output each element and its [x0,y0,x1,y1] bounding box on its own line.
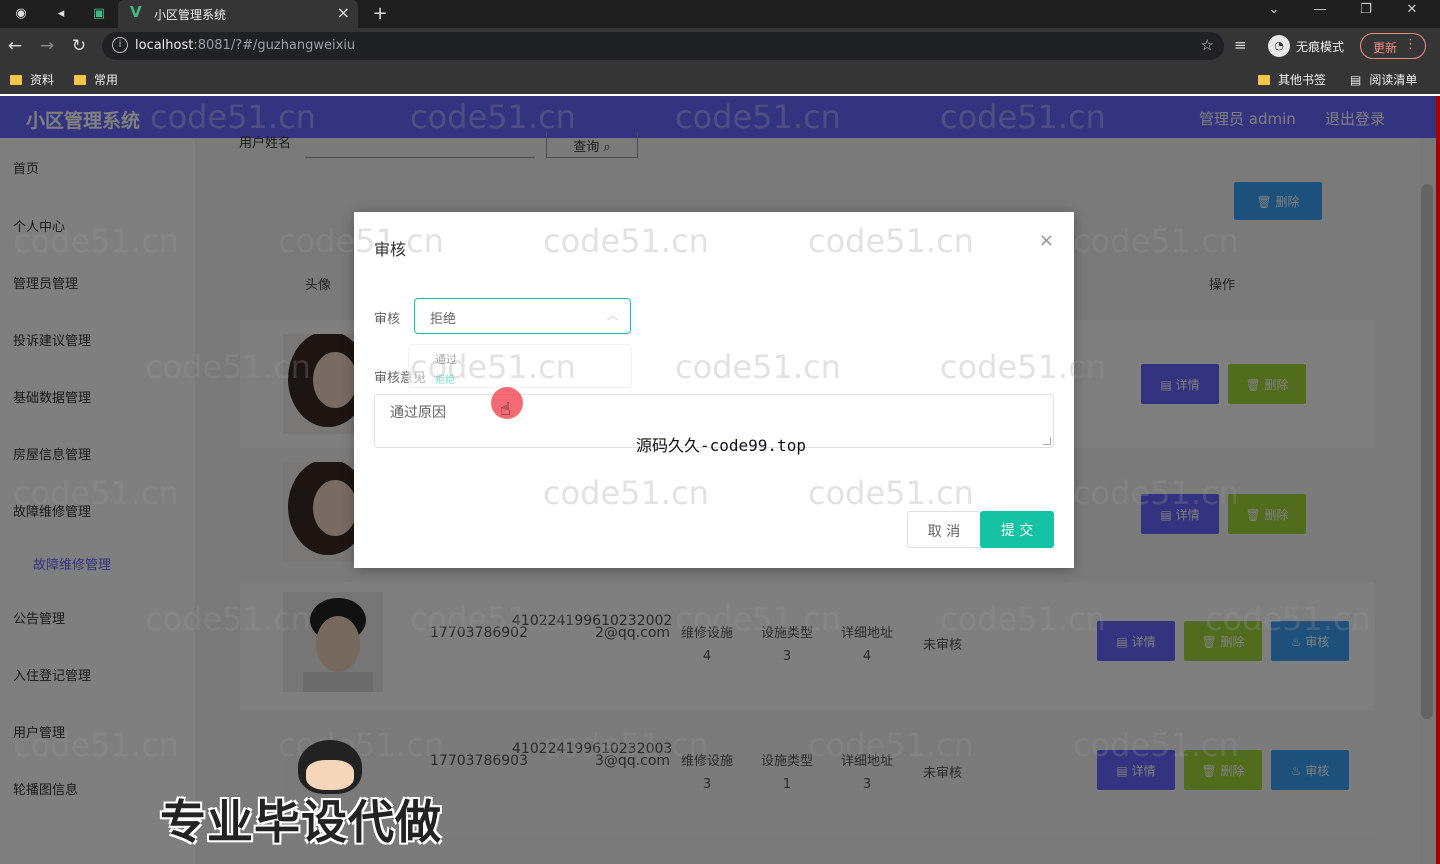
update-label: 更新 [1373,41,1398,55]
audit-select[interactable]: 拒绝 ︿ [414,298,631,334]
reading-list-icon[interactable]: ≡ [1234,36,1247,54]
submit-button[interactable]: 提 交 [980,511,1054,548]
watermark: code51.cn [410,98,576,136]
incognito-label: 无痕模式 [1296,40,1345,54]
other-bookmarks[interactable]: 其他书签 [1258,71,1326,88]
reading-list[interactable]: ▤ 阅读清单 [1350,71,1417,88]
watermark: code51.cn [543,726,709,764]
url-host: localhost [135,38,194,53]
vue-logo-icon: V [130,3,142,21]
bookmark-folder-changyong[interactable]: 常用 [74,71,118,88]
new-tab-icon[interactable]: + [369,4,391,24]
watermark: code51.cn [13,726,179,764]
watermark: code51.cn [13,474,179,512]
watermark: code51.cn [410,348,576,386]
browser-tab-bar: ◉ ◂ ▣ V 小区管理系统 × + ⌄ — ❐ ✕ [0,0,1440,28]
bookmark-label: 常用 [94,73,119,87]
globe-icon[interactable]: ◉ [10,4,32,24]
url-path: :8081/?#/guzhangweixiu [193,38,356,53]
update-button[interactable]: 更新 ⋮ [1360,33,1426,59]
audit-dialog: 审核 × 审核 拒绝 ︿ 审核意见 通过 拒绝 通过原因 取 消 提 交 [354,212,1074,568]
watermark: code51.cn [1073,222,1239,260]
window-close-icon[interactable]: ✕ [1392,0,1432,22]
watermark: code51.cn [543,222,709,260]
watermark: code51.cn [940,600,1106,638]
incognito-indicator[interactable]: ◔ 无痕模式 [1266,33,1354,59]
tab-close-icon[interactable]: × [337,3,350,22]
site-info-icon[interactable]: i [112,37,128,53]
browser-tab-active[interactable]: V 小区管理系统 × [118,0,358,28]
restore-icon[interactable]: ❐ [1346,0,1386,22]
url-text: localhost:8081/?#/guzhangweixiu [135,38,355,53]
forward-icon[interactable]: → [36,35,58,57]
watermark: code51.cn [1073,474,1239,512]
watermark: code51.cn [675,98,841,136]
close-icon[interactable]: × [1039,230,1054,251]
folder-icon [1258,75,1270,85]
reload-icon[interactable]: ↻ [68,35,90,57]
bookmarks-bar: 资料 常用 其他书签 ▤ 阅读清单 [0,64,1440,94]
url-field[interactable]: i localhost:8081/?#/guzhangweixiu ☆ [102,32,1224,60]
bookmark-label: 其他书签 [1278,73,1327,87]
watermark: code51.cn [278,222,444,260]
watermark: code51.cn [808,222,974,260]
watermark: code51.cn [543,474,709,512]
watermark: code51.cn [675,348,841,386]
watermark: code51.cn [13,222,179,260]
chevron-up-icon: ︿ [607,309,618,322]
watermark: code51.cn [145,600,311,638]
tab-search-icon[interactable]: ⌄ [1254,0,1294,22]
resize-handle-icon[interactable] [1043,437,1051,445]
source-watermark: 源码久久-code99.top [636,436,806,455]
promo-text: 专业毕设代做 [160,795,442,849]
audit-select-value: 拒绝 [430,312,457,327]
folder-icon [74,75,86,85]
more-menu-icon: ⋮ [1404,37,1417,52]
reading-list-icon: ▤ [1350,73,1362,87]
watermark: code51.cn [1073,726,1239,764]
browser-address-bar: ← → ↻ i localhost:8081/?#/guzhangweixiu … [0,28,1440,64]
incognito-icon: ◔ [1268,35,1290,57]
watermark: code51.cn [150,98,316,136]
folder-icon [10,75,22,85]
bookmark-star-icon[interactable]: ☆ [1201,36,1214,54]
watermark: code51.cn [675,600,841,638]
edge-bar [1436,96,1440,864]
speaker-icon[interactable]: ◂ [50,4,72,24]
watermark: code51.cn [940,348,1106,386]
tab-title: 小区管理系统 [154,8,227,22]
watermark: code51.cn [808,726,974,764]
hand-cursor-icon: ☝ [500,399,511,420]
watermark: code51.cn [808,474,974,512]
bookmark-label: 阅读清单 [1369,73,1418,87]
watermark: code51.cn [940,98,1106,136]
minimize-icon[interactable]: — [1300,0,1340,22]
audit-field-label: 审核 [374,312,401,327]
cancel-button[interactable]: 取 消 [907,511,981,548]
watermark: code51.cn [145,348,311,386]
bookmark-label: 资料 [30,73,55,87]
bookmark-folder-ziliao[interactable]: 资料 [10,71,54,88]
watermark: code51.cn [410,600,576,638]
app-tab-icon[interactable]: ▣ [88,4,110,24]
back-icon[interactable]: ← [4,35,26,57]
watermark: code51.cn [1205,600,1371,638]
opinion-placeholder: 通过原因 [390,405,446,421]
